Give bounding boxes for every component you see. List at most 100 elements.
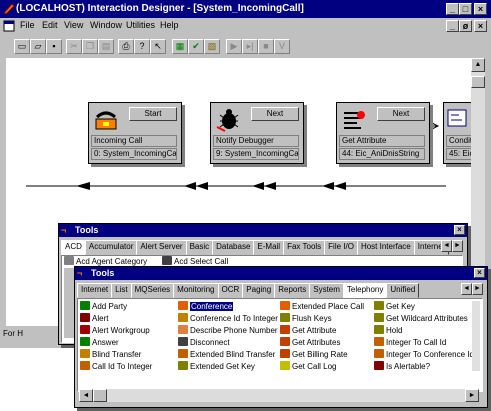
- list-item[interactable]: Integer To Call Id: [374, 337, 446, 348]
- step-icon[interactable]: ▸|: [242, 39, 258, 54]
- doc-minimize-button[interactable]: _: [446, 20, 459, 32]
- list-item[interactable]: Extended Blind Transfer: [178, 349, 275, 360]
- list-item[interactable]: Conference Id To Integer: [178, 313, 278, 324]
- list-item[interactable]: Answer: [80, 337, 119, 348]
- tool-icon: [64, 256, 74, 265]
- list-item[interactable]: Describe Phone Number: [178, 325, 278, 336]
- list-item[interactable]: Flush Keys: [280, 313, 332, 324]
- tab-file-io[interactable]: File I/O: [324, 240, 358, 255]
- list-item[interactable]: Get Call Log: [280, 361, 336, 372]
- minimize-button[interactable]: _: [446, 3, 459, 15]
- flow-node-notify-debugger[interactable]: Next Notify Debugger 9: System_IncomingC…: [210, 102, 304, 164]
- cut-icon[interactable]: ✂: [66, 39, 82, 54]
- status-bar: For H: [0, 326, 60, 348]
- list-item[interactable]: Extended Place Call: [280, 301, 364, 312]
- doc-close-button[interactable]: ×: [474, 20, 487, 32]
- scroll-up-icon[interactable]: ▲: [471, 58, 485, 72]
- tab-scroll-left-icon[interactable]: ◄: [461, 283, 472, 295]
- tab-mqseries[interactable]: MQSeries: [130, 283, 175, 298]
- scroll-thumb[interactable]: [93, 389, 107, 402]
- tab-monitoring[interactable]: Monitoring: [173, 283, 219, 298]
- tab-reports[interactable]: Reports: [274, 283, 311, 298]
- copy-icon[interactable]: ❐: [82, 39, 98, 54]
- list-item[interactable]: Integer To Conference Id: [374, 349, 474, 360]
- publish-icon[interactable]: ▧: [204, 39, 220, 54]
- tool-icon: [80, 337, 90, 346]
- tool-icon: [280, 349, 290, 358]
- list-item[interactable]: Disconnect: [178, 337, 230, 348]
- flow-node-get-attribute[interactable]: Next Get Attribute 44: Eic_AniDnisString: [336, 102, 430, 164]
- menu-file[interactable]: File: [20, 20, 35, 30]
- menu-utilities[interactable]: Utilities: [126, 20, 155, 30]
- menu-bar: File Edit View Window Utilities Help _ ø…: [0, 18, 491, 34]
- stop-icon[interactable]: ■: [258, 39, 274, 54]
- tab-host-interface[interactable]: Host Interface: [356, 240, 415, 255]
- scroll-right-icon[interactable]: ►: [465, 389, 479, 402]
- tab-list[interactable]: List: [111, 283, 132, 298]
- list-item[interactable]: Get Attribute: [280, 325, 336, 336]
- close-icon[interactable]: ×: [474, 268, 485, 278]
- tab-scroll-right-icon[interactable]: ►: [472, 283, 483, 295]
- list-item[interactable]: Hold: [374, 325, 402, 336]
- step-into-icon[interactable]: V: [274, 39, 290, 54]
- start-button[interactable]: Start: [129, 107, 177, 121]
- list-item[interactable]: Get Key: [374, 301, 415, 312]
- help-icon[interactable]: ?: [134, 39, 150, 54]
- print-icon[interactable]: ⎙: [118, 39, 134, 54]
- list-item[interactable]: Conference: [178, 301, 234, 312]
- tab-paging[interactable]: Paging: [242, 283, 276, 298]
- open-icon[interactable]: ▱: [30, 39, 46, 54]
- context-help-icon[interactable]: ↖: [150, 39, 166, 54]
- tab-telephony[interactable]: Telephony: [342, 283, 388, 299]
- flow-node-incoming-call[interactable]: Start Incoming Call 0: System_IncomingCa…: [88, 102, 182, 164]
- next-button[interactable]: Next: [377, 107, 425, 121]
- scroll-thumb[interactable]: [471, 76, 485, 88]
- new-icon[interactable]: ▭: [14, 39, 30, 54]
- list-item[interactable]: Get Attributes: [280, 337, 340, 348]
- tab-acd[interactable]: ACD: [61, 240, 86, 256]
- tab-strip: Internet List MQSeries Monitoring OCR Paging R…: [77, 283, 420, 299]
- tab-unified[interactable]: Unified: [386, 283, 420, 298]
- tool-icon: [80, 325, 90, 334]
- node-label: Notify Debugger: [213, 135, 299, 147]
- list-item[interactable]: Alert: [80, 313, 108, 324]
- tab-fax-tools[interactable]: Fax Tools: [283, 240, 326, 255]
- tab-internet[interactable]: Internet: [77, 283, 113, 298]
- list-item[interactable]: Call Id To Integer: [80, 361, 152, 372]
- next-button[interactable]: Next: [251, 107, 299, 121]
- horizontal-scrollbar[interactable]: ◄ ►: [79, 389, 479, 402]
- menu-edit[interactable]: Edit: [42, 20, 58, 30]
- list-item[interactable]: Get Billing Rate: [280, 349, 348, 360]
- maximize-button[interactable]: □: [459, 3, 472, 15]
- validate-icon[interactable]: ▦: [172, 39, 188, 54]
- tool-icon: [80, 301, 90, 310]
- tab-scroll-right-icon[interactable]: ►: [452, 240, 463, 252]
- tab-accumulator[interactable]: Accumulator: [84, 240, 138, 255]
- tab-scroll-left-icon[interactable]: ◄: [441, 240, 452, 252]
- save-icon[interactable]: ▪: [46, 39, 62, 54]
- tab-email[interactable]: E-Mail: [253, 240, 285, 255]
- menu-window[interactable]: Window: [90, 20, 122, 30]
- run-icon[interactable]: ▶: [226, 39, 242, 54]
- list-item[interactable]: Alert Workgroup: [80, 325, 150, 336]
- node-label: Get Attribute: [339, 135, 425, 147]
- scroll-left-icon[interactable]: ◄: [79, 389, 93, 402]
- list-item[interactable]: Blind Transfer: [80, 349, 141, 360]
- list-item[interactable]: Extended Get Key: [178, 361, 255, 372]
- tool-icon: [280, 301, 290, 310]
- list-item[interactable]: Add Party: [80, 301, 127, 312]
- list-item[interactable]: Is Alertable?: [374, 361, 430, 372]
- paste-icon[interactable]: ▤: [98, 39, 114, 54]
- list-item[interactable]: Get Wildcard Attributes: [374, 313, 468, 324]
- close-icon[interactable]: ×: [454, 225, 465, 235]
- menu-view[interactable]: View: [64, 20, 83, 30]
- tab-alert-server[interactable]: Alert Server: [136, 240, 187, 255]
- debug-icon[interactable]: ✔: [188, 39, 204, 54]
- tab-basic[interactable]: Basic: [185, 240, 214, 255]
- menu-help[interactable]: Help: [160, 20, 179, 30]
- tab-database[interactable]: Database: [212, 240, 255, 255]
- close-button[interactable]: ×: [474, 3, 487, 15]
- tab-ocr[interactable]: OCR: [217, 283, 244, 298]
- tab-system[interactable]: System: [309, 283, 344, 298]
- doc-restore-button[interactable]: ø: [459, 20, 472, 32]
